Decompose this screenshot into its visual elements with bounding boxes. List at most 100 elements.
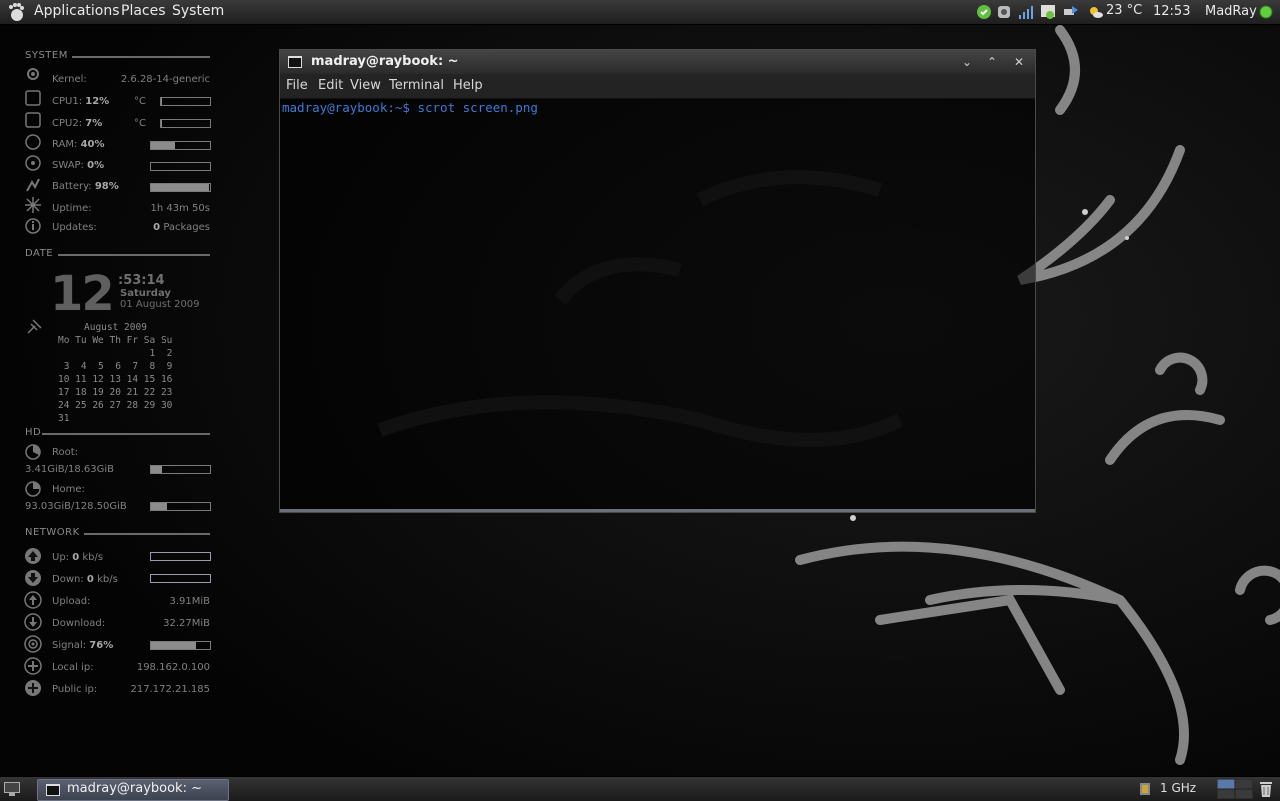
home-label: Home:	[52, 484, 85, 495]
menu-file[interactable]: File	[286, 78, 308, 93]
gnome-foot-icon[interactable]	[6, 2, 26, 22]
arrow-down-icon	[25, 570, 41, 586]
window-title: madray@raybook: ~	[311, 54, 459, 69]
menu-system[interactable]: System	[172, 3, 224, 19]
window-bottom-border[interactable]	[280, 509, 1035, 512]
battery-label: Battery:	[52, 181, 92, 192]
taskbar-button-terminal[interactable]: madray@raybook: ~	[37, 779, 229, 801]
terminal-output[interactable]: madray@raybook:~$ scrot screen.png	[280, 98, 1035, 508]
ram-icon	[25, 134, 41, 150]
up-unit: kb/s	[82, 552, 104, 563]
cpu1-bar	[160, 97, 211, 106]
taskbar-button-label: madray@raybook: ~	[67, 781, 202, 796]
down-value: 0	[86, 574, 94, 585]
up-label: Up:	[52, 552, 70, 563]
section-hd-header: HD	[25, 427, 42, 438]
pin-icon	[27, 319, 42, 334]
top-panel: Applications Places System 23 °C 12:53 M…	[0, 0, 1280, 25]
cpu2-label: CPU2:	[52, 118, 83, 129]
signal-label: Signal:	[52, 640, 87, 651]
calendar-week-row: 3 4 5 6 7 8 9	[58, 361, 173, 372]
home-bar	[150, 502, 211, 511]
weather-temperature[interactable]: 23 °C	[1106, 3, 1142, 18]
user-switcher[interactable]: MadRay	[1205, 4, 1257, 19]
download-label: Download:	[52, 618, 106, 629]
upload-label: Upload:	[52, 596, 91, 607]
updates-count: 0	[153, 222, 161, 233]
menu-terminal[interactable]: Terminal	[389, 78, 444, 93]
cpu1-temp: °C	[134, 96, 146, 107]
root-bar	[150, 465, 211, 474]
chat-status-icon[interactable]	[976, 4, 992, 20]
maximize-button[interactable]: ⌃	[983, 53, 1001, 71]
trash-icon[interactable]	[1258, 780, 1274, 798]
uptime-icon	[25, 197, 41, 213]
public-ip-label: Public ip:	[52, 684, 98, 695]
section-divider	[84, 533, 210, 535]
local-ip-value: 198.162.0.100	[136, 662, 210, 673]
up-value: 0	[72, 552, 80, 563]
menu-view[interactable]: View	[350, 78, 381, 93]
uptime-label: Uptime:	[52, 203, 92, 214]
bottom-panel: madray@raybook: ~ 1 GHz	[0, 776, 1280, 801]
gear-icon	[27, 68, 39, 80]
updates-label: Updates:	[52, 222, 97, 233]
swap-label: SWAP:	[52, 160, 84, 171]
local-ip-icon	[24, 657, 42, 675]
minimize-button[interactable]: ⌄	[958, 53, 976, 71]
signal-bar	[150, 641, 211, 650]
disk-pie-icon	[25, 481, 41, 497]
calendar-week-row: 24 25 26 27 28 29 30	[58, 400, 173, 411]
show-desktop-icon[interactable]	[4, 782, 20, 796]
section-system-header: SYSTEM	[25, 50, 68, 61]
signal-value: 76%	[89, 640, 114, 651]
terminal-icon	[288, 56, 302, 68]
download-value: 32.27MiB	[163, 618, 210, 629]
menu-places[interactable]: Places	[121, 3, 166, 19]
menu-help[interactable]: Help	[453, 78, 483, 93]
weather-icon[interactable]	[1088, 4, 1104, 20]
calendar-weekdays: Mo Tu We Th Fr Sa Su	[58, 335, 173, 346]
shell-command: scrot screen.png	[409, 100, 538, 115]
cpu2-temp: °C	[134, 118, 146, 129]
calendar-week-row: 10 11 12 13 14 15 16	[58, 374, 173, 385]
arrow-up-icon	[25, 548, 41, 564]
clock-minutes-seconds: :53:14	[118, 273, 165, 288]
upload-value: 3.91MiB	[169, 596, 210, 607]
ram-value: 40%	[80, 139, 105, 150]
window-titlebar[interactable]: madray@raybook: ~ ⌄ ⌃ ✕	[280, 50, 1035, 74]
terminal-window[interactable]: madray@raybook: ~ ⌄ ⌃ ✕ File Edit View T…	[279, 49, 1036, 513]
cpu-frequency[interactable]: 1 GHz	[1160, 781, 1196, 795]
menu-edit[interactable]: Edit	[318, 78, 343, 93]
close-button[interactable]: ✕	[1010, 53, 1028, 71]
wifi-signal-icon[interactable]	[1018, 4, 1034, 20]
down-unit: kb/s	[97, 574, 118, 585]
kernel-label: Kernel:	[52, 74, 87, 85]
user-online-icon[interactable]	[1258, 4, 1274, 20]
network-icon[interactable]	[1063, 4, 1079, 20]
info-icon	[25, 218, 41, 234]
ram-bar	[150, 141, 211, 150]
ram-label: RAM:	[52, 139, 78, 150]
mail-icon[interactable]	[996, 4, 1012, 20]
root-label: Root:	[52, 447, 79, 458]
cpu1-label: CPU1:	[52, 96, 83, 107]
menu-applications[interactable]: Applications	[34, 3, 120, 19]
calendar-week-row: 31	[58, 413, 70, 424]
section-divider	[42, 433, 210, 435]
battery-bar	[150, 183, 211, 192]
root-value: 3.41GiB/18.63GiB	[25, 464, 115, 475]
update-notifier-icon[interactable]	[1040, 4, 1056, 20]
calendar-title: August 2009	[84, 322, 147, 333]
battery-icon	[26, 178, 40, 192]
updates-unit: Packages	[163, 222, 210, 233]
panel-clock[interactable]: 12:53	[1153, 4, 1190, 19]
download-total-icon	[24, 613, 42, 631]
section-divider	[58, 254, 210, 256]
cpu-frequency-icon[interactable]	[1138, 781, 1152, 797]
public-ip-value: 217.172.21.185	[130, 684, 210, 695]
terminal-icon	[46, 784, 60, 796]
upload-total-icon	[24, 591, 42, 609]
workspace-switcher[interactable]	[1217, 779, 1253, 799]
upload-speed-graph	[150, 552, 211, 561]
